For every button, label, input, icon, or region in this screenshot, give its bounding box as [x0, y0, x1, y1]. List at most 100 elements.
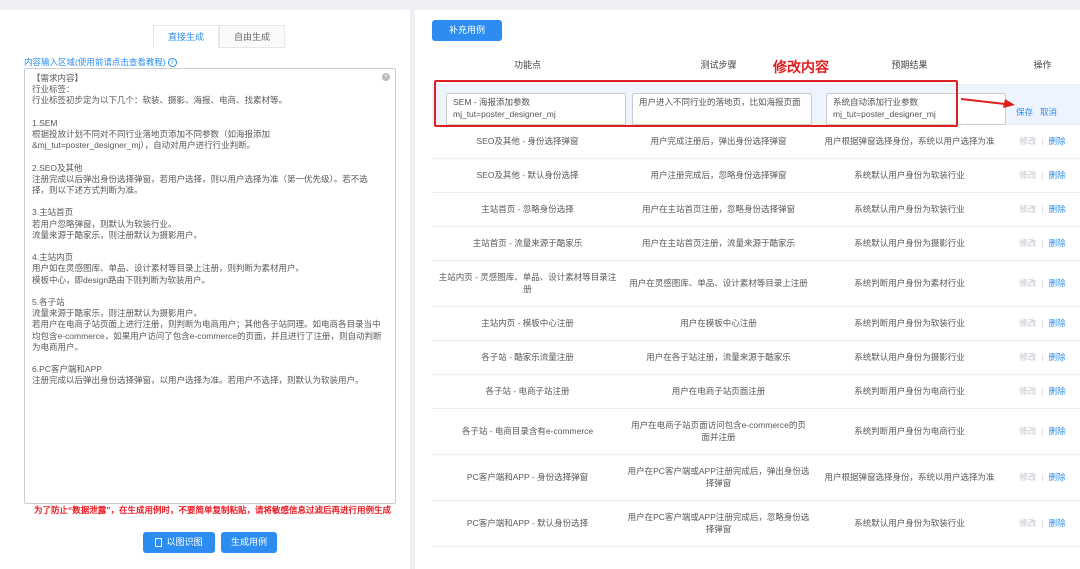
cancel-button[interactable]: 取消	[1040, 106, 1057, 118]
table-row: 各子站 - 电商目录含有e-commerce 用户在电商子站页面访问包含e-com…	[432, 409, 1080, 455]
header-expected: 预期结果	[891, 60, 928, 70]
cell-expected: 系统默认用户身份为摄影行业	[854, 351, 965, 362]
requirement-line	[32, 286, 388, 297]
cell-expected: 用户根据弹窗选择身份，系统以用户选择为准	[824, 471, 995, 482]
requirement-line: 均包含e-commerce，如果用户访问了包含e-commerce的页面，并且进…	[32, 330, 382, 341]
action-separator: |	[1041, 517, 1044, 528]
requirement-textarea[interactable]: × 【需求内容】 行业标签： 行业标签初步定为以下几个：软装、摄影、海报、电商、找素…	[24, 68, 396, 504]
cell-steps: 用户在电商子站页面访问包含e-commerce的页面并注册	[631, 420, 806, 442]
table-row: SEO及其他 - 身份选择弹窗 用户完成注册后，弹出身份选择弹窗 用户根据弹窗选择身…	[432, 125, 1080, 159]
cell-feature: PC客户端和APP - 默认身份选择	[466, 517, 589, 528]
edit-button[interactable]: 修改	[1019, 136, 1036, 148]
delete-button[interactable]: 删除	[1049, 426, 1066, 438]
edit-button[interactable]: 修改	[1019, 386, 1036, 398]
row-actions: 修改 | 删除	[1005, 204, 1080, 216]
row-actions: 修改 | 删除	[1005, 238, 1080, 250]
requirement-line: 流量来源于酷家乐，则注册默认为摄影用户。	[32, 308, 203, 319]
row-actions: 修改 | 删除	[1005, 318, 1080, 330]
requirement-line	[32, 241, 388, 252]
requirement-line: &mj_tut=poster_designer_mj），自动对用户进行行业判断。	[32, 140, 256, 151]
cell-steps: 用户在PC客户端或APP注册完成后，忽略身份选择弹窗	[627, 512, 810, 534]
tab-free-generate[interactable]: 自由生成	[219, 25, 286, 47]
cell-steps: 用户在各子站注册，流量来源于酷家乐	[646, 351, 791, 362]
cell-feature: 各子站 - 酷家乐流量注册	[481, 351, 574, 362]
add-case-button[interactable]: 补充用例	[432, 20, 502, 41]
edit-button[interactable]: 修改	[1019, 518, 1036, 530]
header-actions: 操作	[1033, 60, 1052, 70]
row-actions: 修改 | 删除	[1005, 170, 1080, 182]
cell-steps: 用户在主站首页注册，流量来源于酷家乐	[641, 237, 795, 248]
clear-icon[interactable]: ×	[382, 73, 390, 81]
table-row: 主站首页 - 流量来源于酷家乐 用户在主站首页注册，流量来源于酷家乐 系统默认用户身…	[432, 227, 1080, 261]
edit-button[interactable]: 修改	[1019, 426, 1036, 438]
delete-button[interactable]: 删除	[1049, 278, 1066, 290]
cell-steps: 用户在电商子站页面注册	[671, 385, 766, 396]
requirement-line: 3.主站首页	[32, 207, 74, 218]
cell-expected: 系统判断用户身份为素材行业	[854, 277, 965, 288]
cell-feature: 主站首页 - 流量来源于酷家乐	[472, 237, 583, 248]
requirement-line: 5.各子站	[32, 296, 65, 307]
action-separator: |	[1041, 169, 1044, 180]
tutorial-hint-text[interactable]: 内容输入区域(使用前请点击查看教程)	[24, 56, 166, 68]
image-search-button[interactable]: 以图识图	[143, 532, 215, 553]
cell-expected: 系统判断用户身份为电商行业	[854, 385, 965, 396]
cell-steps: 用户在PC客户端或APP注册完成后，弹出身份选择弹窗	[627, 466, 810, 488]
cell-steps: 用户注册完成后，忽略身份选择弹窗	[650, 169, 787, 180]
action-separator: |	[1041, 425, 1044, 436]
requirement-line: 行业标签：	[32, 84, 75, 95]
requirement-line: 1.SEM	[32, 117, 58, 128]
generate-cases-button[interactable]: 生成用例	[221, 532, 277, 553]
header-feature: 功能点	[513, 60, 541, 70]
cell-expected: 系统判断用户身份为软装行业	[854, 317, 965, 328]
delete-button[interactable]: 删除	[1049, 318, 1066, 330]
cell-expected: 系统默认用户身份为软装行业	[854, 517, 965, 528]
cell-steps: 用户在灵感图库、单品、设计素材等目录上注册	[629, 277, 808, 288]
table-row: 各子站 - 酷家乐流量注册 用户在各子站注册，流量来源于酷家乐 系统默认用户身份为摄…	[432, 341, 1080, 375]
cell-steps: 用户完成注册后，弹出身份选择弹窗	[650, 135, 787, 146]
edit-button[interactable]: 修改	[1019, 204, 1036, 216]
requirement-line: 模板中心，即design路由下则判断为软装用户。	[32, 274, 211, 285]
info-icon[interactable]: i	[167, 57, 177, 67]
requirement-line: 若用户忽略弹窗，则默认为软装行业。	[32, 218, 177, 229]
generator-panel: 直接生成 自由生成 内容输入区域(使用前请点击查看教程) i × 【需求内容】行…	[0, 10, 410, 569]
cell-feature: SEO及其他 - 默认身份选择	[476, 169, 579, 180]
delete-button[interactable]: 删除	[1049, 386, 1066, 398]
delete-button[interactable]: 删除	[1049, 136, 1066, 148]
requirement-line: 4.主站内页	[32, 252, 74, 263]
action-separator: |	[1041, 385, 1044, 396]
row-actions: 修改 | 删除	[1005, 352, 1080, 364]
edit-button[interactable]: 修改	[1019, 472, 1036, 484]
delete-button[interactable]: 删除	[1049, 170, 1066, 182]
edit-button[interactable]: 修改	[1019, 170, 1036, 182]
cell-feature: 各子站 - 电商子站注册	[485, 385, 570, 396]
delete-button[interactable]: 删除	[1049, 352, 1066, 364]
delete-button[interactable]: 删除	[1049, 472, 1066, 484]
requirement-line: 注册完成以后弹出身份选择弹窗，若用户选择，则以用户选择为准（第一优先级）。若不选	[32, 173, 368, 184]
cell-feature: 主站内页 - 灵感图库、单品、设计素材等目录注册	[438, 272, 617, 294]
table-row: 各子站 - 电商子站注册 用户在电商子站页面注册 系统判断用户身份为电商行业 修改 | 删…	[432, 375, 1080, 409]
row-actions: 修改 | 删除	[1005, 472, 1080, 484]
action-separator: |	[1041, 351, 1044, 362]
edit-button[interactable]: 修改	[1019, 352, 1036, 364]
save-button[interactable]: 保存	[1016, 106, 1033, 118]
delete-button[interactable]: 删除	[1049, 518, 1066, 530]
row-actions: 修改 | 删除	[1005, 386, 1080, 398]
requirement-line: 根据投放计划不同对不同行业落地页添加不同参数（如海报添加	[32, 129, 271, 139]
delete-button[interactable]: 删除	[1049, 238, 1066, 250]
edit-button[interactable]: 修改	[1019, 278, 1036, 290]
edit-button[interactable]: 修改	[1019, 318, 1036, 330]
steps-edit-input[interactable]: 用户进入不同行业的落地页，比如海报页面	[632, 93, 812, 125]
requirement-line	[32, 353, 388, 364]
delete-button[interactable]: 删除	[1049, 204, 1066, 216]
feature-edit-input[interactable]: SEM - 海报添加参数 mj_tut=poster_designer_mj	[446, 93, 626, 125]
tutorial-hint[interactable]: 内容输入区域(使用前请点击查看教程) i	[24, 56, 177, 68]
requirement-line: 为电商用户。	[32, 341, 84, 352]
cell-feature: 各子站 - 电商目录含有e-commerce	[461, 425, 594, 436]
test-case-rows: SEO及其他 - 身份选择弹窗 用户完成注册后，弹出身份选择弹窗 用户根据弹窗选择身…	[432, 125, 1080, 547]
tab-direct-generate[interactable]: 直接生成	[153, 25, 220, 48]
table-row: 主站内页 - 灵感图库、单品、设计素材等目录注册 用户在灵感图库、单品、设计素材等…	[432, 261, 1080, 307]
requirement-line	[32, 196, 388, 207]
edit-button[interactable]: 修改	[1019, 238, 1036, 250]
cell-expected: 系统默认用户身份为摄影行业	[854, 237, 965, 248]
image-search-label: 以图识图	[166, 537, 203, 547]
